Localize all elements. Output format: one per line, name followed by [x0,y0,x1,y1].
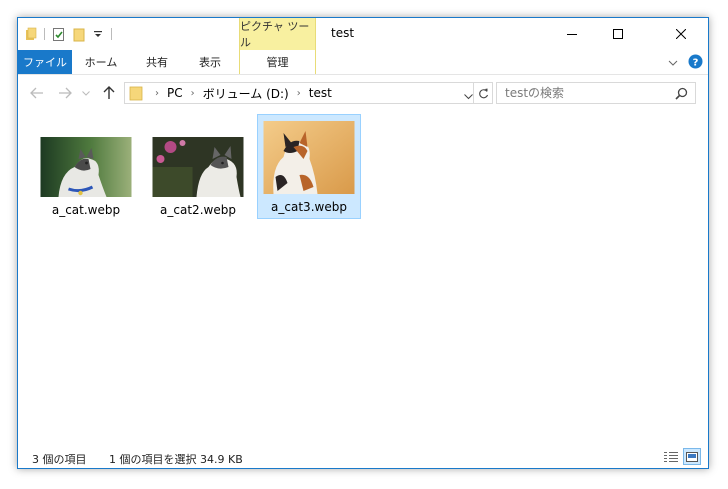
maximize-icon [613,29,623,39]
up-button[interactable] [100,83,118,103]
cat-thumbnail-image [40,137,132,197]
back-button[interactable] [28,83,46,103]
large-icons-view-button[interactable] [683,448,701,465]
item-count: 3 個の項目 [32,453,87,466]
breadcrumb-volume[interactable]: ボリューム (D:) [203,85,289,102]
address-bar[interactable]: › PC › ボリューム (D:) › test [124,82,493,104]
expand-ribbon-button[interactable] [666,56,680,70]
close-icon [676,29,686,39]
breadcrumb-separator[interactable]: › [191,88,195,99]
refresh-icon [478,88,488,98]
cat-thumbnail-image [263,121,355,194]
forward-button[interactable] [56,83,74,103]
recent-locations-button[interactable] [80,83,92,103]
maximize-button[interactable] [595,18,641,50]
folder-icon [129,85,143,101]
large-icons-view-icon [686,451,698,462]
tab-manage[interactable]: 管理 [239,50,316,74]
toolbar-separator [44,28,45,40]
folder-icon[interactable] [24,26,38,42]
address-history-dropdown[interactable] [464,89,473,103]
breadcrumb-separator[interactable]: › [297,88,301,99]
file-list: a_cat.webp a_cat2.webp a_cat3.webp [18,110,708,440]
up-arrow-icon [103,86,115,99]
picture-tools-header: ピクチャ ツール [239,18,316,50]
search-icon[interactable] [675,87,688,103]
chevron-down-icon [464,94,473,100]
status-bar: 3 個の項目 1 個の項目を選択 34.9 KB [18,445,708,468]
file-name: a_cat3.webp [271,200,347,214]
search-input[interactable] [505,85,665,101]
svg-text:?: ? [693,58,699,69]
chevron-down-icon [82,90,90,96]
window-title: test [331,26,355,40]
breadcrumb-separator[interactable]: › [155,88,159,99]
file-name: a_cat2.webp [160,203,236,217]
help-icon: ? [688,54,703,69]
minimize-button[interactable] [549,18,595,50]
details-view-icon [664,451,678,462]
cat-thumbnail-image [152,137,244,197]
selection-info: 1 個の項目を選択 34.9 KB [109,453,243,466]
ribbon-tabs: ファイル ホーム 共有 表示 管理 ? [18,50,708,75]
search-box[interactable] [496,82,696,104]
title-bar: ピクチャ ツール test [18,18,708,50]
explorer-window: ピクチャ ツール test ファイル ホーム 共有 表示 管理 ? › PC ›… [17,17,709,469]
chevron-down-icon [668,60,678,66]
tab-file[interactable]: ファイル [18,50,72,74]
details-view-button[interactable] [662,448,680,465]
customize-toolbar-icon[interactable] [91,26,105,42]
file-item-selected[interactable]: a_cat3.webp [257,114,361,219]
new-folder-icon[interactable] [71,26,85,42]
breadcrumb-pc[interactable]: PC [167,86,183,100]
tab-share[interactable]: 共有 [132,50,182,74]
tab-view[interactable]: 表示 [184,50,236,74]
help-button[interactable]: ? [688,54,703,69]
file-item[interactable]: a_cat.webp [34,118,138,220]
navigation-bar: › PC › ボリューム (D:) › test [18,78,708,108]
breadcrumb: › PC › ボリューム (D:) › test [143,83,332,103]
quick-access-toolbar [24,25,112,43]
refresh-button[interactable] [473,83,492,103]
toolbar-separator [111,28,112,40]
back-arrow-icon [30,87,43,99]
tab-home[interactable]: ホーム [76,50,126,74]
file-item[interactable]: a_cat2.webp [146,118,250,220]
properties-icon[interactable] [51,26,65,42]
breadcrumb-test[interactable]: test [309,86,332,100]
close-button[interactable] [658,18,704,50]
forward-arrow-icon [59,87,72,99]
file-name: a_cat.webp [51,203,121,217]
minimize-icon [567,34,577,35]
